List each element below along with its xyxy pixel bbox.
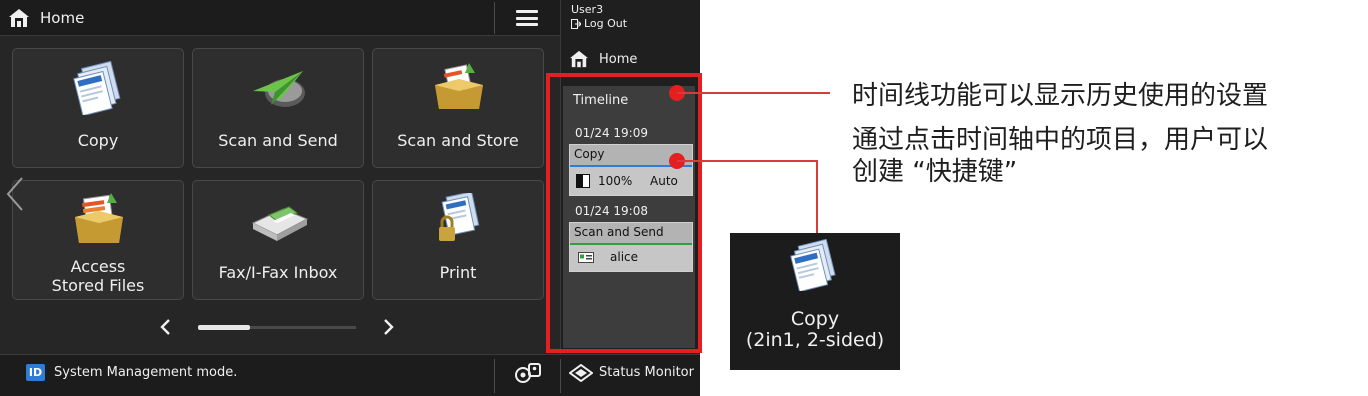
scan-and-store-tile[interactable]: Scan and Store [372, 48, 544, 168]
divider [560, 359, 561, 393]
copy-icon [73, 61, 121, 115]
menu-button[interactable] [516, 10, 538, 26]
id-badge-icon: ID [26, 364, 45, 381]
copy-icon [790, 239, 836, 291]
fax-inbox-tile[interactable]: Fax/I-Fax Inbox [192, 180, 364, 300]
logout-label: Log Out [584, 17, 628, 30]
logout-icon [571, 18, 581, 29]
pager-right-icon[interactable] [382, 318, 396, 336]
pager-left-icon[interactable] [158, 318, 172, 336]
annotation-shortcut-line1: 通过点击时间轴中的项目，用户可以 [852, 125, 1269, 155]
callout-line [816, 160, 818, 234]
personal-settings-icon[interactable] [512, 362, 542, 386]
scan-and-store-icon [435, 63, 483, 109]
divider [494, 359, 495, 393]
side-home-button[interactable]: Home [569, 46, 695, 72]
pager-thumb [198, 325, 250, 330]
side-home-label: Home [599, 51, 638, 67]
user-name: User3 [571, 3, 604, 16]
status-monitor-icon [569, 364, 593, 382]
shortcut-label: Copy (2in1, 2-sided) [745, 308, 885, 351]
status-monitor-button[interactable]: Status Monitor [599, 364, 694, 381]
shortcut-button[interactable]: Copy (2in1, 2-sided) [730, 233, 900, 370]
timeline-highlight-frame [546, 73, 702, 353]
home-icon [570, 50, 588, 68]
system-message: System Management mode. [54, 365, 238, 380]
annotation-timeline: 时间线功能可以显示历史使用的设置 [852, 81, 1269, 111]
callout-line [677, 160, 818, 162]
previous-page-arrow-icon[interactable] [2, 174, 28, 214]
access-stored-files-label: Access Stored Files [51, 257, 145, 295]
print-label: Print [439, 263, 477, 282]
divider [494, 2, 495, 34]
scan-and-store-label: Scan and Store [397, 131, 519, 150]
top-bar: Home [0, 0, 560, 36]
print-tile[interactable]: Print [372, 180, 544, 300]
home-tab[interactable]: Home [8, 0, 84, 36]
print-icon [439, 193, 480, 241]
access-stored-files-tile[interactable]: Access Stored Files [12, 180, 184, 300]
logout-button[interactable]: Log Out [571, 17, 627, 30]
copy-tile[interactable]: Copy [12, 48, 184, 168]
fax-inbox-label: Fax/I-Fax Inbox [218, 263, 338, 282]
callout-line [677, 92, 830, 94]
menu-icon [516, 10, 538, 13]
home-icon [9, 9, 29, 27]
status-bar: ID System Management mode. Status Monito… [0, 354, 700, 396]
stored-files-icon [75, 193, 123, 243]
scan-and-send-label: Scan and Send [218, 131, 338, 150]
annotation-shortcut-line2: 创建 “快捷键” [852, 157, 1018, 187]
home-tab-label: Home [40, 9, 85, 27]
scan-and-send-icon [253, 71, 305, 107]
scan-and-send-tile[interactable]: Scan and Send [192, 48, 364, 168]
fax-inbox-icon [251, 206, 309, 241]
copy-label: Copy [77, 131, 119, 150]
page-indicator [150, 312, 410, 342]
